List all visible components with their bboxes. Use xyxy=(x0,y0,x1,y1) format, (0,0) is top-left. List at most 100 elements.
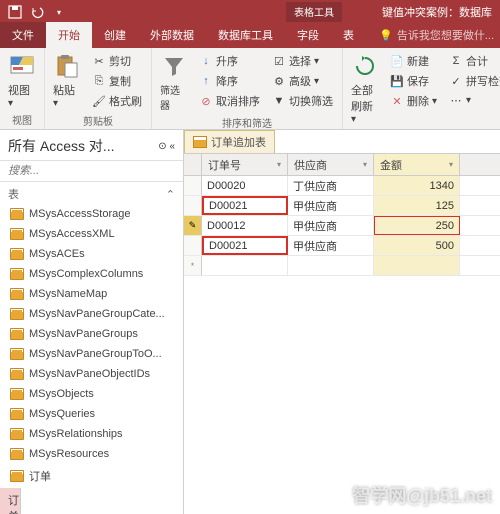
nav-header[interactable]: 所有 Access 对... ⊙ « xyxy=(0,130,183,160)
tab-table[interactable]: 表 xyxy=(331,22,366,48)
qat-dropdown-icon[interactable]: ▾ xyxy=(49,2,69,22)
dropdown-icon[interactable]: ▾ xyxy=(277,160,281,169)
col-order-id[interactable]: 订单号▾ xyxy=(202,154,288,175)
selection-button[interactable]: ☑选择 ▾ xyxy=(269,52,336,70)
cell-highlighted[interactable]: D00021 xyxy=(202,196,288,215)
col-amount[interactable]: 金额▾ xyxy=(374,154,460,175)
totals-button[interactable]: Σ合计 xyxy=(446,52,500,70)
cell[interactable]: 甲供应商 xyxy=(288,216,374,235)
toggle-filter-button[interactable]: ▼切换筛选 xyxy=(269,92,336,110)
nav-item[interactable]: MSysACEs xyxy=(0,244,183,264)
spelling-button[interactable]: ✓拼写检查 xyxy=(446,72,500,90)
tab-home[interactable]: 开始 xyxy=(46,22,92,48)
nav-item-selected[interactable]: 订单追加表 xyxy=(0,488,21,514)
save-icon[interactable] xyxy=(5,2,25,22)
row-selector-new[interactable]: * xyxy=(184,256,202,275)
nav-search xyxy=(0,160,183,182)
nav-item[interactable]: MSysNavPaneGroupCate... xyxy=(0,304,183,324)
nav-item[interactable]: MSysObjects xyxy=(0,384,183,404)
table-icon xyxy=(10,368,24,380)
cell[interactable]: 1340 xyxy=(374,176,460,195)
view-icon xyxy=(8,52,36,80)
nav-item[interactable]: MSysNameMap xyxy=(0,284,183,304)
nav-item[interactable]: MSysNavPaneGroups xyxy=(0,324,183,344)
table-icon xyxy=(10,288,24,300)
table-icon xyxy=(10,328,24,340)
dropdown-icon[interactable]: ▾ xyxy=(363,160,367,169)
nav-item[interactable]: MSysAccessXML xyxy=(0,224,183,244)
table-row-active[interactable]: ✎ D00012 甲供应商 250 xyxy=(184,216,500,236)
copy-button[interactable]: ⎘复制 xyxy=(89,72,145,90)
sort-asc-button[interactable]: ↓升序 xyxy=(196,52,263,70)
row-selector[interactable] xyxy=(184,196,202,215)
cell[interactable]: D00012 xyxy=(202,216,288,235)
select-all[interactable] xyxy=(184,154,202,175)
group-clipboard: 剪贴板 xyxy=(49,112,147,129)
cell[interactable]: 500 xyxy=(374,236,460,255)
filter-button[interactable]: 筛选器 xyxy=(156,50,192,114)
cut-button[interactable]: ✂剪切 xyxy=(89,52,145,70)
sort-desc-button[interactable]: ↑降序 xyxy=(196,72,263,90)
view-button[interactable]: 视图 ▾ xyxy=(4,50,40,111)
nav-item[interactable]: MSysResources xyxy=(0,444,183,464)
save-record-button[interactable]: 💾保存 xyxy=(387,72,440,90)
search-input[interactable] xyxy=(6,163,177,179)
table-icon xyxy=(10,408,24,420)
cell[interactable] xyxy=(374,256,460,275)
cell[interactable]: 丁供应商 xyxy=(288,176,374,195)
navigation-pane: 所有 Access 对... ⊙ « 表⌃ MSysAccessStorage … xyxy=(0,130,184,514)
row-selector[interactable] xyxy=(184,236,202,255)
cell[interactable] xyxy=(288,256,374,275)
col-supplier[interactable]: 供应商▾ xyxy=(288,154,374,175)
cell[interactable]: 125 xyxy=(374,196,460,215)
tab-database-tools[interactable]: 数据库工具 xyxy=(206,22,285,48)
table-row-new[interactable]: * xyxy=(184,256,500,276)
nav-item[interactable]: MSysQueries xyxy=(0,404,183,424)
clear-sort-button[interactable]: ⊘取消排序 xyxy=(196,92,263,110)
nav-item[interactable]: MSysComplexColumns xyxy=(0,264,183,284)
nav-item[interactable]: MSysAccessStorage xyxy=(0,204,183,224)
table-row[interactable]: D00021 甲供应商 500 xyxy=(184,236,500,256)
row-selector-edit[interactable]: ✎ xyxy=(184,216,202,235)
cell[interactable]: 甲供应商 xyxy=(288,196,374,215)
nav-item[interactable]: MSysRelationships xyxy=(0,424,183,444)
paste-button[interactable]: 粘贴 ▾ xyxy=(49,50,85,111)
nav-item[interactable]: MSysNavPaneObjectIDs xyxy=(0,364,183,384)
advanced-button[interactable]: ⚙高级 ▾ xyxy=(269,72,336,90)
delete-button[interactable]: ✕删除 ▾ xyxy=(387,92,440,110)
dropdown-icon[interactable]: ▾ xyxy=(449,160,453,169)
title-bar: ▾ 表格工具 键值冲突案例：数据库 xyxy=(0,0,500,24)
table-row[interactable]: D00021 甲供应商 125 xyxy=(184,196,500,216)
table-icon xyxy=(10,208,24,220)
window-title: 键值冲突案例：数据库 xyxy=(382,2,492,22)
chevron-down-icon[interactable]: ⊙ « xyxy=(158,141,175,152)
cell[interactable] xyxy=(202,256,288,275)
cell-highlighted[interactable]: D00021 xyxy=(202,236,288,255)
cell[interactable]: D00020 xyxy=(202,176,288,195)
filter-icon xyxy=(160,52,188,80)
refresh-all-button[interactable]: 全部刷新 ▾ xyxy=(347,50,383,127)
tell-me[interactable]: 💡告诉我您想要做什... xyxy=(373,22,500,48)
cell-editing[interactable]: 250 xyxy=(374,216,460,235)
table-row[interactable]: D00020 丁供应商 1340 xyxy=(184,176,500,196)
nav-item[interactable]: 订单 xyxy=(0,464,183,488)
new-record-button[interactable]: 📄新建 xyxy=(387,52,440,70)
more-button[interactable]: ⋯▾ xyxy=(446,92,500,108)
row-selector[interactable] xyxy=(184,176,202,195)
bulb-icon: 💡 xyxy=(379,29,393,42)
document-tab[interactable]: 订单追加表 xyxy=(184,130,275,153)
tab-create[interactable]: 创建 xyxy=(92,22,138,48)
nav-section-tables[interactable]: 表⌃ xyxy=(0,182,183,204)
document-tabs: 订单追加表 xyxy=(184,130,500,154)
table-icon xyxy=(10,228,24,240)
ribbon: 视图 ▾ 视图 粘贴 ▾ ✂剪切 ⎘复制 🖌格式刷 剪贴板 筛选器 ↓升序 xyxy=(0,48,500,130)
tab-external-data[interactable]: 外部数据 xyxy=(138,22,206,48)
cell[interactable]: 甲供应商 xyxy=(288,236,374,255)
tab-file[interactable]: 文件 xyxy=(0,22,46,48)
tab-fields[interactable]: 字段 xyxy=(285,22,331,48)
nav-item[interactable]: MSysNavPaneGroupToO... xyxy=(0,344,183,364)
undo-icon[interactable] xyxy=(27,2,47,22)
format-painter-button[interactable]: 🖌格式刷 xyxy=(89,92,145,110)
context-tab-table-tools: 表格工具 xyxy=(286,2,342,22)
new-row-icon: * xyxy=(191,261,195,271)
